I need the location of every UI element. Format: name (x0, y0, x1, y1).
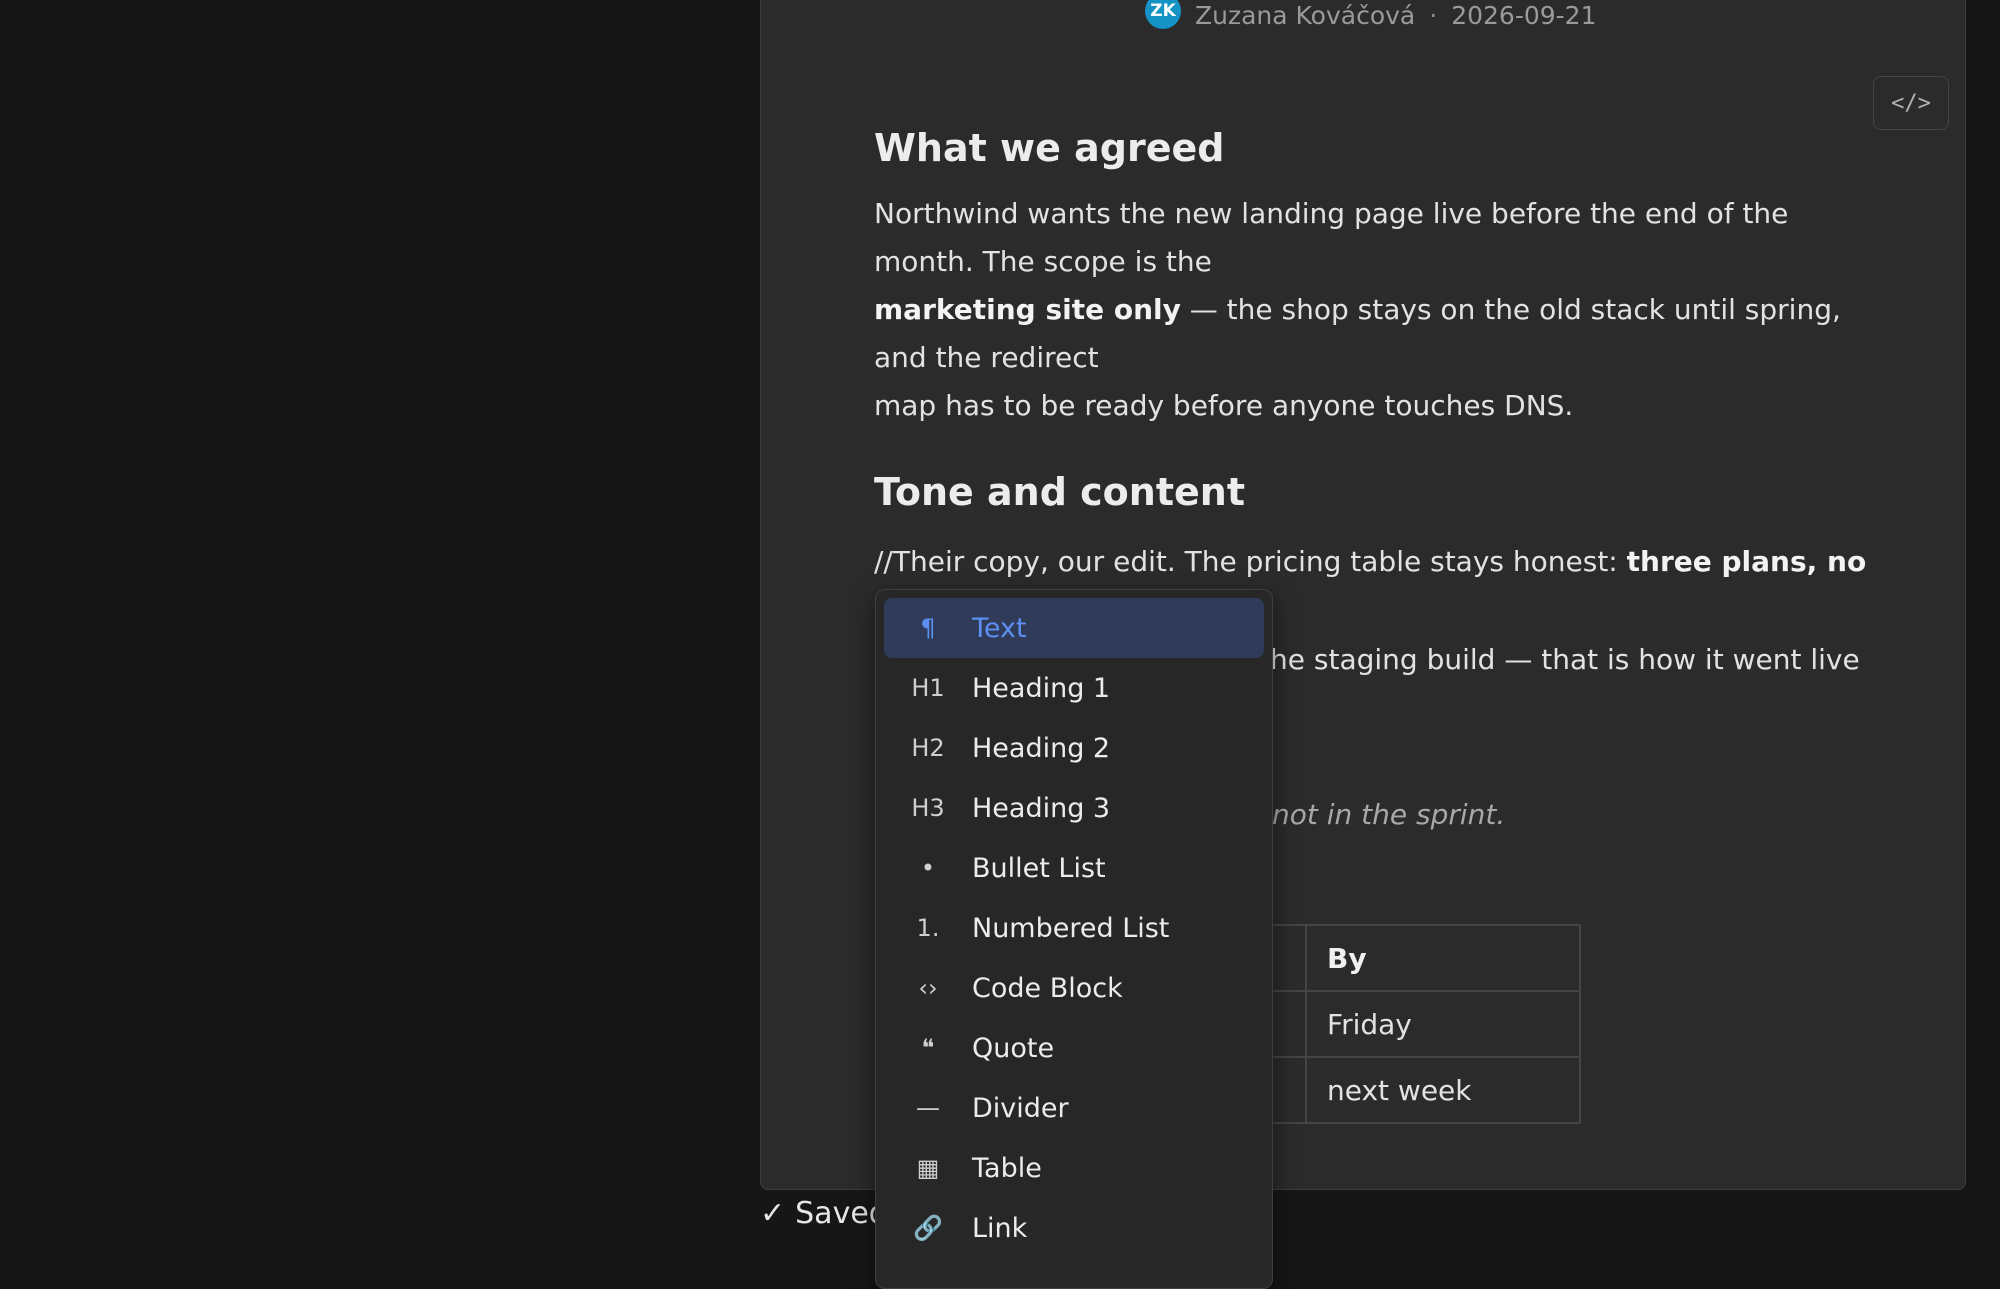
table-header-cell: By (1305, 924, 1581, 992)
menu-item-label: Heading 2 (972, 732, 1111, 764)
menu-item-link[interactable]: 🔗 Link (884, 1198, 1264, 1258)
menu-item-label: Link (972, 1212, 1028, 1244)
bold-text: three plans, no (1626, 545, 1867, 578)
paragraph: //Their copy, our edit. The pricing tabl… (874, 545, 1867, 578)
menu-item-numbered-list[interactable]: 1. Numbered List (884, 898, 1264, 958)
doc-date: 2026-09-21 (1451, 0, 1597, 30)
menu-item-label: Quote (972, 1032, 1055, 1064)
menu-item-label: Heading 1 (972, 672, 1111, 704)
paragraph-icon: ¶ (920, 614, 936, 642)
menu-item-heading-2[interactable]: H2 Heading 2 (884, 718, 1264, 778)
menu-item-table[interactable]: ▦ Table (884, 1138, 1264, 1198)
block-type-menu: ¶ Text H1 Heading 1 H2 Heading 2 H3 Head… (875, 589, 1273, 1289)
view-source-button[interactable]: </> (1873, 76, 1949, 130)
menu-item-label: Numbered List (972, 912, 1170, 944)
menu-item-heading-1[interactable]: H1 Heading 1 (884, 658, 1264, 718)
check-icon: ✓ (760, 1196, 786, 1231)
menu-item-text[interactable]: ¶ Text (884, 598, 1264, 658)
menu-item-label: Bullet List (972, 852, 1106, 884)
heading-2-icon: H2 (911, 734, 945, 762)
menu-item-label: Divider (972, 1092, 1069, 1124)
divider-icon: — (916, 1094, 940, 1122)
menu-item-quote[interactable]: ❝ Quote (884, 1018, 1264, 1078)
code-block-icon: ‹› (918, 974, 938, 1002)
table-cell[interactable]: next week (1305, 1056, 1581, 1124)
menu-item-label: Text (972, 612, 1027, 644)
menu-item-code-block[interactable]: ‹› Code Block (884, 958, 1264, 1018)
heading-3-icon: H3 (911, 794, 945, 822)
paragraph: Northwind wants the new landing page liv… (874, 197, 1841, 422)
section-heading: Tone and content (874, 470, 1246, 514)
code-icon: </> (1891, 90, 1931, 116)
save-status-label: Saved (795, 1196, 888, 1231)
byline: ZK Zuzana Kováčová · 2026-09-21 (1145, 0, 1597, 32)
numbered-list-icon: 1. (916, 914, 940, 942)
avatar[interactable]: ZK (1145, 0, 1181, 29)
author-name: Zuzana Kováčová (1195, 0, 1416, 30)
paragraph-continued: he staging build — that is how it went l… (1270, 643, 1860, 676)
table-icon: ▦ (916, 1154, 940, 1182)
menu-item-label: Heading 3 (972, 792, 1111, 824)
document-body[interactable]: What we agreed Northwind wants the new l… (874, 118, 1864, 430)
menu-item-label: Code Block (972, 972, 1123, 1004)
quote-icon: ❝ (921, 1034, 935, 1062)
byline-separator: · (1429, 0, 1438, 30)
table-cell[interactable]: Friday (1305, 990, 1581, 1058)
menu-item-heading-3[interactable]: H3 Heading 3 (884, 778, 1264, 838)
link-icon: 🔗 (913, 1214, 943, 1242)
bold-text: marketing site only (874, 293, 1181, 326)
menu-item-divider[interactable]: — Divider (884, 1078, 1264, 1138)
section-heading: What we agreed (874, 126, 1225, 170)
heading-1-icon: H1 (911, 674, 945, 702)
menu-item-label: Table (972, 1152, 1042, 1184)
save-status: ✓ Saved (760, 1196, 888, 1231)
bullet-list-icon: • (920, 854, 936, 882)
menu-item-bullet-list[interactable]: • Bullet List (884, 838, 1264, 898)
italic-note: not in the sprint. (1272, 798, 1506, 831)
